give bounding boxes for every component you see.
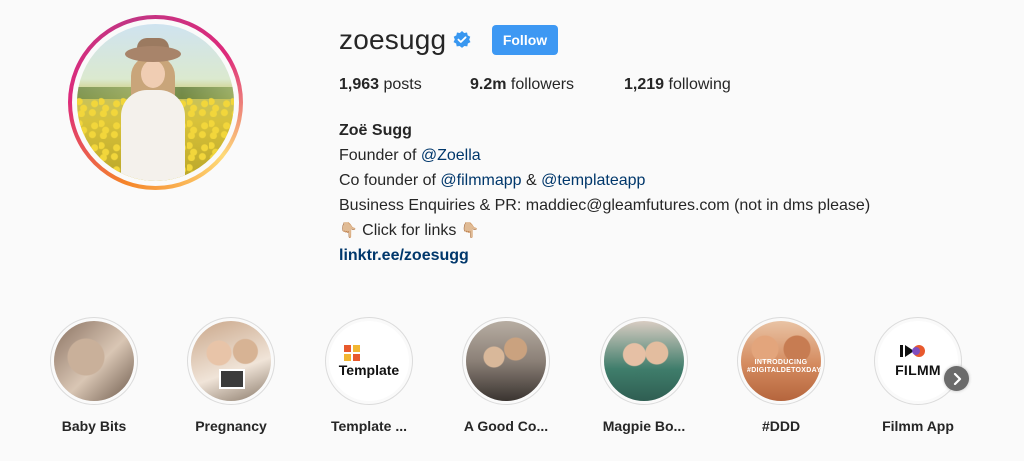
highlight-cover: INTRODUCING #DIGITALDETOXDAY [741,321,821,401]
followers-count: 9.2m [470,76,507,93]
highlight-ring [187,317,275,405]
profile-avatar[interactable] [68,15,243,190]
highlights-next-button[interactable] [944,366,969,391]
ultrasound-photo [219,369,245,389]
stat-followers[interactable]: 9.2m followers [470,76,574,94]
highlight-ddd[interactable]: INTRODUCING #DIGITALDETOXDAY #DDD [721,317,841,434]
highlight-baby-bits[interactable]: Baby Bits [34,317,154,434]
highlight-label: #DDD [761,418,801,434]
highlight-label: Filmm App [882,418,954,434]
following-count: 1,219 [624,76,665,93]
filmm-logo-text: FILMM [895,362,941,378]
highlight-cover [604,321,684,401]
following-label: following [668,76,731,93]
highlight-cover [191,321,271,401]
posts-label: posts [383,76,422,93]
highlight-label: A Good Co... [463,418,549,434]
highlight-ring: INTRODUCING #DIGITALDETOXDAY [737,317,825,405]
full-name: Zoë Sugg [339,122,412,139]
highlight-label: Baby Bits [61,418,127,434]
mention-zoella[interactable]: @Zoella [421,147,481,164]
stat-posts: 1,963 posts [339,76,422,94]
highlight-ring [50,317,138,405]
highlight-label: Magpie Bo... [602,418,686,434]
highlight-ring [462,317,550,405]
highlight-ring: Template [325,317,413,405]
highlight-cover: Template [329,321,409,401]
template-logo-icon [344,344,360,361]
bio-founder-prefix: Founder of [339,147,421,164]
ddd-overlay-text: INTRODUCING #DIGITALDETOXDAY [747,359,821,374]
highlight-a-good-co[interactable]: A Good Co... [446,317,566,434]
verified-badge-icon [453,31,471,48]
followers-label: followers [510,76,575,93]
mention-templateapp[interactable]: @templateapp [541,172,645,189]
bio-line-founder: Founder of @Zoella [339,143,870,168]
highlight-cover [466,321,546,401]
highlight-cover: FILMM [878,321,958,401]
mention-filmmapp[interactable]: @filmmapp [440,172,521,189]
stat-following[interactable]: 1,219 following [624,76,731,94]
highlight-ring [600,317,688,405]
highlight-cover [54,321,134,401]
follow-button[interactable]: Follow [492,25,558,55]
username: zoesugg [339,24,447,55]
external-link[interactable]: linktr.ee/zoesugg [339,243,870,268]
highlight-label: Template ... [331,418,407,434]
bio-line-business: Business Enquiries & PR: maddiec@gleamfu… [339,197,871,214]
bio-line-cofounder: Co founder of @filmmapp & @templateapp [339,168,870,193]
template-logo-text: Template [338,361,400,378]
highlight-label: Pregnancy [195,418,267,434]
avatar-person [117,38,187,181]
chevron-right-icon [953,372,961,385]
bio-ampersand: & [521,172,542,189]
filmm-logo-icon [900,345,925,357]
highlight-ring: FILMM [874,317,962,405]
pointing-down-icon: 👇🏼 [460,222,480,239]
pointing-down-icon: 👇🏼 [339,222,358,239]
profile-bio: Zoë Sugg Founder of @Zoella Co founder o… [339,118,870,268]
posts-count: 1,963 [339,76,380,93]
highlight-magpie[interactable]: Magpie Bo... [584,317,704,434]
highlight-pregnancy[interactable]: Pregnancy [171,317,291,434]
avatar-photo [77,24,234,181]
highlight-template[interactable]: Template Template ... [309,317,429,434]
click-for-links-text: Click for links [357,222,461,239]
avatar-gap [72,19,239,186]
bio-line-links: 👇🏼 Click for links 👇🏼 [339,218,870,243]
bio-cofounder-prefix: Co founder of [339,172,441,189]
